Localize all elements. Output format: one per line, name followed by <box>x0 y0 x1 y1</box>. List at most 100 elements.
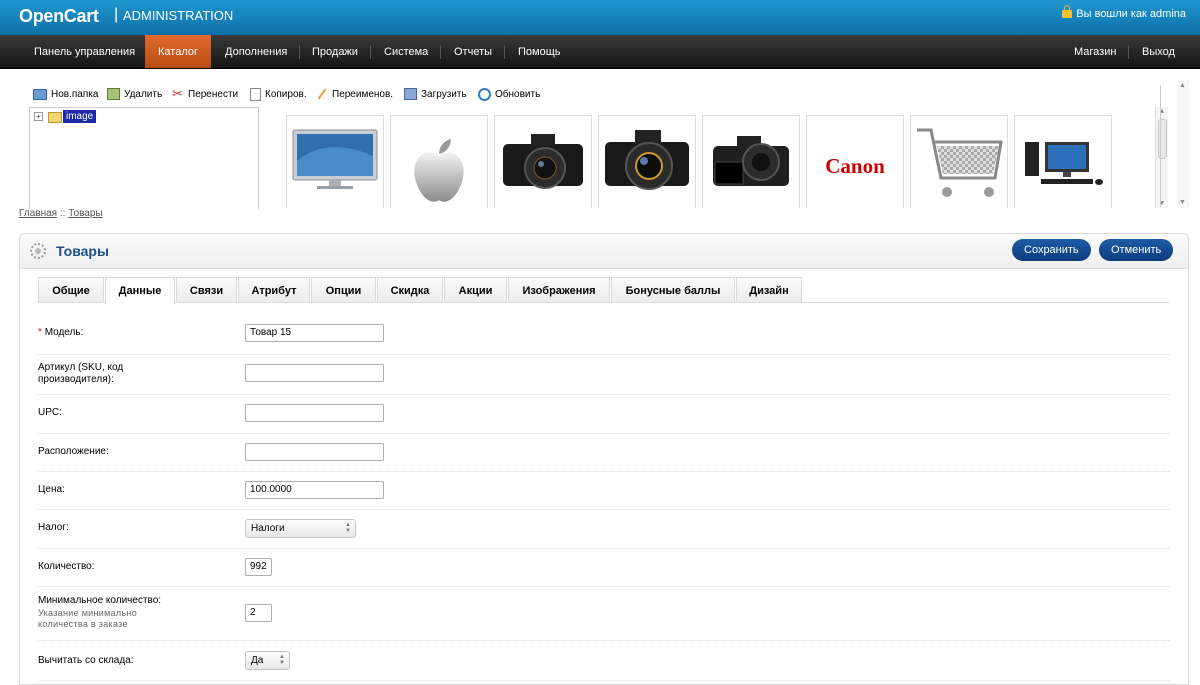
form-row-minimum: Минимальное количество: Указание минималь… <box>38 586 1169 641</box>
delete-icon <box>107 88 120 100</box>
thumb-camera-1[interactable] <box>494 115 592 208</box>
menu-item-help[interactable]: Помощь <box>505 35 574 68</box>
product-form-box: Товары Сохранить Отменить Общие Данные С… <box>19 233 1189 685</box>
upload-icon <box>404 88 417 100</box>
thumb-camera-2[interactable] <box>598 115 696 208</box>
breadcrumb: Главная :: Товары <box>19 208 103 219</box>
refresh-button[interactable]: Обновить <box>478 86 540 102</box>
rename-button[interactable]: Переименов. <box>316 86 393 102</box>
login-status: Вы вошли как admina <box>1062 5 1186 20</box>
price-input[interactable] <box>245 481 384 499</box>
form-row-quantity: Количество: <box>38 548 1169 587</box>
pencil-icon <box>317 88 327 100</box>
quantity-input[interactable] <box>245 558 272 576</box>
gear-icon <box>30 243 46 259</box>
file-manager-scrollbar[interactable]: ▲ ▼ <box>1177 80 1189 208</box>
expand-icon[interactable]: + <box>34 112 43 121</box>
tab-images[interactable]: Изображения <box>508 277 610 302</box>
copy-icon <box>250 87 261 101</box>
canon-logo-image: Canon <box>825 154 885 178</box>
tab-discount[interactable]: Скидка <box>377 277 443 302</box>
menu-item-dashboard[interactable]: Панель управления <box>21 35 149 68</box>
monitor-image <box>292 129 378 189</box>
menu-item-catalog[interactable]: Каталог <box>145 35 211 68</box>
tabs-divider <box>38 302 1169 303</box>
new-folder-button[interactable]: Нов.папка <box>33 86 98 102</box>
tab-reward-points[interactable]: Бонусные баллы <box>611 277 735 302</box>
cancel-button[interactable]: Отменить <box>1099 239 1174 261</box>
thumbnail-grid: Canon <box>282 115 1158 208</box>
form-row-upc: UPC: <box>38 394 1169 434</box>
header-bar: OpenCart | ADMINISTRATION Вы вошли как a… <box>0 0 1200 35</box>
tree-item-image[interactable]: image <box>63 110 97 123</box>
location-label: Расположение: <box>38 446 109 457</box>
camera-image <box>713 136 789 186</box>
tab-data[interactable]: Данные <box>105 277 175 304</box>
delete-button[interactable]: Удалить <box>107 86 162 102</box>
scroll-up-icon[interactable]: ▲ <box>1179 82 1186 89</box>
breadcrumb-separator: :: <box>59 208 66 219</box>
minimum-input[interactable] <box>245 604 272 622</box>
apple-logo-image <box>414 139 464 202</box>
location-input[interactable] <box>245 443 384 461</box>
menu-item-extensions[interactable]: Дополнения <box>212 35 301 68</box>
thumb-apple[interactable] <box>390 115 488 208</box>
logo-separator: | <box>114 6 119 23</box>
menu-item-system[interactable]: Система <box>371 35 442 68</box>
model-input[interactable] <box>245 324 384 342</box>
folder-tree: + image <box>29 107 259 209</box>
tab-special[interactable]: Акции <box>444 277 507 302</box>
upload-button[interactable]: Загрузить <box>404 86 467 102</box>
form-row-tax: Налог: Налоги ▲ ▼ <box>38 509 1169 549</box>
thumbnail-scrollbar[interactable]: ▲ ▼ <box>1155 107 1168 208</box>
tax-label: Налог: <box>38 522 69 533</box>
login-text: Вы вошли как admina <box>1076 8 1186 20</box>
menu-item-logout[interactable]: Выход <box>1129 35 1188 68</box>
refresh-icon <box>478 87 491 101</box>
select-arrows-icon: ▲ ▼ <box>279 654 285 666</box>
select-arrows-icon: ▲ ▼ <box>345 522 351 534</box>
thumb-desktop[interactable] <box>1014 115 1112 208</box>
subtract-select[interactable]: Да ▲ ▼ <box>245 651 290 670</box>
tab-options[interactable]: Опции <box>311 277 376 302</box>
minimum-label: Минимальное количество: Указание минималь… <box>38 595 188 630</box>
logo[interactable]: OpenCart <box>19 6 99 27</box>
form-row-sku: Артикул (SKU, код производителя): <box>38 354 1169 395</box>
copy-button[interactable]: Копиров. <box>250 86 307 102</box>
breadcrumb-home[interactable]: Главная <box>19 208 57 219</box>
save-button[interactable]: Сохранить <box>1012 239 1091 261</box>
camera-image <box>503 134 583 189</box>
tab-general[interactable]: Общие <box>38 277 104 302</box>
scroll-down-icon[interactable]: ▼ <box>1179 199 1186 206</box>
divider <box>1160 85 1161 207</box>
thumb-canon[interactable]: Canon <box>806 115 904 208</box>
breadcrumb-products[interactable]: Товары <box>68 208 102 219</box>
thumb-cart[interactable] <box>910 115 1008 208</box>
thumb-monitor[interactable] <box>286 115 384 208</box>
folder-icon <box>33 88 47 100</box>
quantity-label: Количество: <box>38 561 95 572</box>
menu-item-sales[interactable]: Продажи <box>299 35 371 68</box>
tax-select[interactable]: Налоги ▲ ▼ <box>245 519 356 538</box>
form-row-location: Расположение: <box>38 433 1169 472</box>
shopping-cart-image <box>917 128 1003 197</box>
thumb-camera-3[interactable] <box>702 115 800 208</box>
minimum-help: Указание минимально количества в заказе <box>38 608 138 629</box>
tab-links[interactable]: Связи <box>176 277 237 302</box>
tab-design[interactable]: Дизайн <box>736 277 802 302</box>
page-title: Товары <box>56 243 109 259</box>
move-button[interactable]: ✂ Перенести <box>172 86 238 102</box>
file-manager: Нов.папка Удалить ✂ Перенести Копиров. Пе… <box>20 80 1188 209</box>
menu-item-reports[interactable]: Отчеты <box>441 35 506 68</box>
camera-image <box>605 130 689 190</box>
menu-item-store[interactable]: Магазин <box>1061 35 1130 68</box>
upc-label: UPC: <box>38 407 62 418</box>
upc-input[interactable] <box>245 404 384 422</box>
lock-icon <box>1062 5 1073 18</box>
subtract-label: Вычитать со склада: <box>38 655 134 666</box>
tab-attribute[interactable]: Атрибут <box>238 277 310 302</box>
model-label: * Модель: <box>38 327 84 338</box>
form-row-model: * Модель: <box>38 316 1169 355</box>
scissors-icon: ✂ <box>172 85 183 101</box>
sku-input[interactable] <box>245 364 384 382</box>
